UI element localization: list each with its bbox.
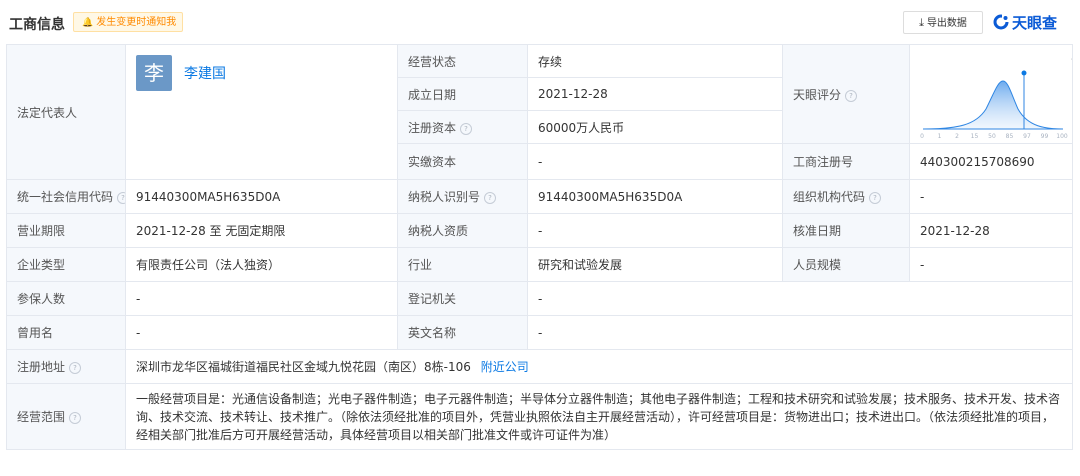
- scope-label-cell: 经营范围?: [6, 383, 126, 450]
- help-icon[interactable]: ?: [69, 362, 82, 374]
- score-marker-dot: [1021, 70, 1027, 76]
- address-label: 注册地址: [17, 360, 66, 374]
- brand-name: 天眼查: [1012, 14, 1058, 32]
- score-axis-tick: 97: [1023, 133, 1031, 140]
- tianyan-score-cell: 评分 96 0121550859799100: [909, 44, 1073, 144]
- score-axis-tick: 0: [920, 133, 924, 140]
- taxpayer-id-value: 91440300MA5H635D0A: [527, 179, 783, 214]
- bell-icon: 🔔: [82, 18, 94, 28]
- legal-rep-label: 法定代表人: [6, 44, 126, 180]
- established-label: 成立日期: [397, 77, 528, 111]
- approval-date-value: 2021-12-28: [909, 213, 1073, 248]
- industry-label: 行业: [397, 247, 528, 282]
- business-term-value: 2021-12-28 至 无固定期限: [125, 213, 398, 248]
- paid-capital-value: -: [527, 143, 783, 180]
- score-axis-ticks: 0 1 2 15 50 85 97 99 100: [920, 133, 1068, 140]
- reg-authority-value: -: [527, 281, 1073, 316]
- business-status-value: 存续: [527, 44, 783, 78]
- help-icon[interactable]: ?: [460, 122, 473, 135]
- reg-authority-label: 登记机关: [397, 281, 528, 316]
- business-status-label: 经营状态: [397, 44, 528, 78]
- established-value: 2021-12-28: [527, 77, 783, 111]
- company-type-label: 企业类型: [6, 247, 126, 282]
- credit-code-value: 91440300MA5H635D0A: [125, 179, 398, 214]
- score-label: 评分: [1071, 52, 1072, 69]
- scope-value: 一般经营项目是：光通信设备制造；光电子器件制造；电子元器件制造；半导体分立器件制…: [125, 383, 1073, 450]
- help-icon[interactable]: ?: [484, 192, 497, 204]
- export-data-label: 导出数据: [926, 18, 967, 29]
- help-icon[interactable]: ?: [869, 192, 882, 204]
- download-icon: ⤓: [919, 16, 924, 29]
- legal-rep-name-link[interactable]: 李建国: [184, 63, 226, 83]
- change-notify-label: 发生变更时通知我: [96, 17, 177, 28]
- tianyancha-logo-icon: [993, 14, 1009, 30]
- score-axis-tick: 15: [971, 133, 979, 140]
- org-code-label-cell: 组织机构代码?: [782, 179, 910, 214]
- score-curve: [922, 80, 1064, 130]
- legal-rep-cell: 李 李建国: [125, 44, 398, 180]
- export-data-button[interactable]: ⤓ 导出数据: [903, 11, 983, 34]
- section-header: 工商信息 🔔 发生变更时通知我 ⤓ 导出数据 天眼查: [0, 0, 1080, 44]
- reg-number-label: 工商注册号: [782, 143, 910, 180]
- business-info-table: 法定代表人 李 李建国 经营状态 存续 天眼评分? 评分 96: [6, 44, 1073, 450]
- scope-label: 经营范围: [17, 410, 66, 424]
- taxpayer-id-label: 纳税人识别号: [408, 190, 481, 204]
- help-icon[interactable]: ?: [69, 412, 82, 424]
- paid-capital-label: 实缴资本: [397, 143, 528, 180]
- taxpayer-id-label-cell: 纳税人识别号?: [397, 179, 528, 214]
- taxpayer-qual-label: 纳税人资质: [397, 213, 528, 248]
- registered-capital-label-cell: 注册资本?: [397, 110, 528, 144]
- credit-code-label-cell: 统一社会信用代码?: [6, 179, 126, 214]
- taxpayer-qual-value: -: [527, 213, 783, 248]
- insured-label: 参保人数: [6, 281, 126, 316]
- english-name-label: 英文名称: [397, 315, 528, 350]
- former-name-label: 曾用名: [6, 315, 126, 350]
- english-name-value: -: [527, 315, 1073, 350]
- registered-capital-value: 60000万人民币: [527, 110, 783, 144]
- insured-value: -: [125, 281, 398, 316]
- company-type-value: 有限责任公司（法人独资）: [125, 247, 398, 282]
- nearby-companies-link[interactable]: 附近公司: [481, 360, 529, 374]
- section-title: 工商信息: [9, 17, 65, 33]
- reg-number-value: 440300215708690: [909, 143, 1073, 180]
- approval-date-label: 核准日期: [782, 213, 910, 248]
- score-axis-tick: 1: [938, 133, 942, 140]
- score-axis-tick: 100: [1056, 133, 1068, 140]
- industry-value: 研究和试验发展: [527, 247, 783, 282]
- score-distribution-chart: 0 1 2 15 50 85 97 99 100: [920, 70, 1068, 140]
- registered-capital-label: 注册资本: [408, 120, 457, 135]
- tianyan-score-label-cell: 天眼评分?: [782, 44, 910, 144]
- help-icon[interactable]: ?: [845, 89, 858, 102]
- staff-size-label: 人员规模: [782, 247, 910, 282]
- score-axis-tick: 99: [1041, 133, 1049, 140]
- tianyan-score-label: 天眼评分: [793, 87, 842, 102]
- score-axis-tick: 85: [1006, 133, 1014, 140]
- former-name-value: -: [125, 315, 398, 350]
- address-cell: 深圳市龙华区福城街道福民社区金域九悦花园（南区）8栋-106 附近公司: [125, 349, 1073, 384]
- avatar[interactable]: 李: [136, 55, 172, 91]
- address-value: 深圳市龙华区福城街道福民社区金域九悦花园（南区）8栋-106: [136, 360, 471, 374]
- score-axis-tick: 2: [955, 133, 959, 140]
- staff-size-value: -: [909, 247, 1073, 282]
- credit-code-label: 统一社会信用代码: [17, 190, 114, 204]
- change-notify-button[interactable]: 🔔 发生变更时通知我: [73, 12, 184, 32]
- help-icon[interactable]: ?: [117, 192, 125, 204]
- address-label-cell: 注册地址?: [6, 349, 126, 384]
- business-term-label: 营业期限: [6, 213, 126, 248]
- org-code-value: -: [909, 179, 1073, 214]
- org-code-label: 组织机构代码: [793, 190, 866, 204]
- score-axis-tick: 50: [988, 133, 996, 140]
